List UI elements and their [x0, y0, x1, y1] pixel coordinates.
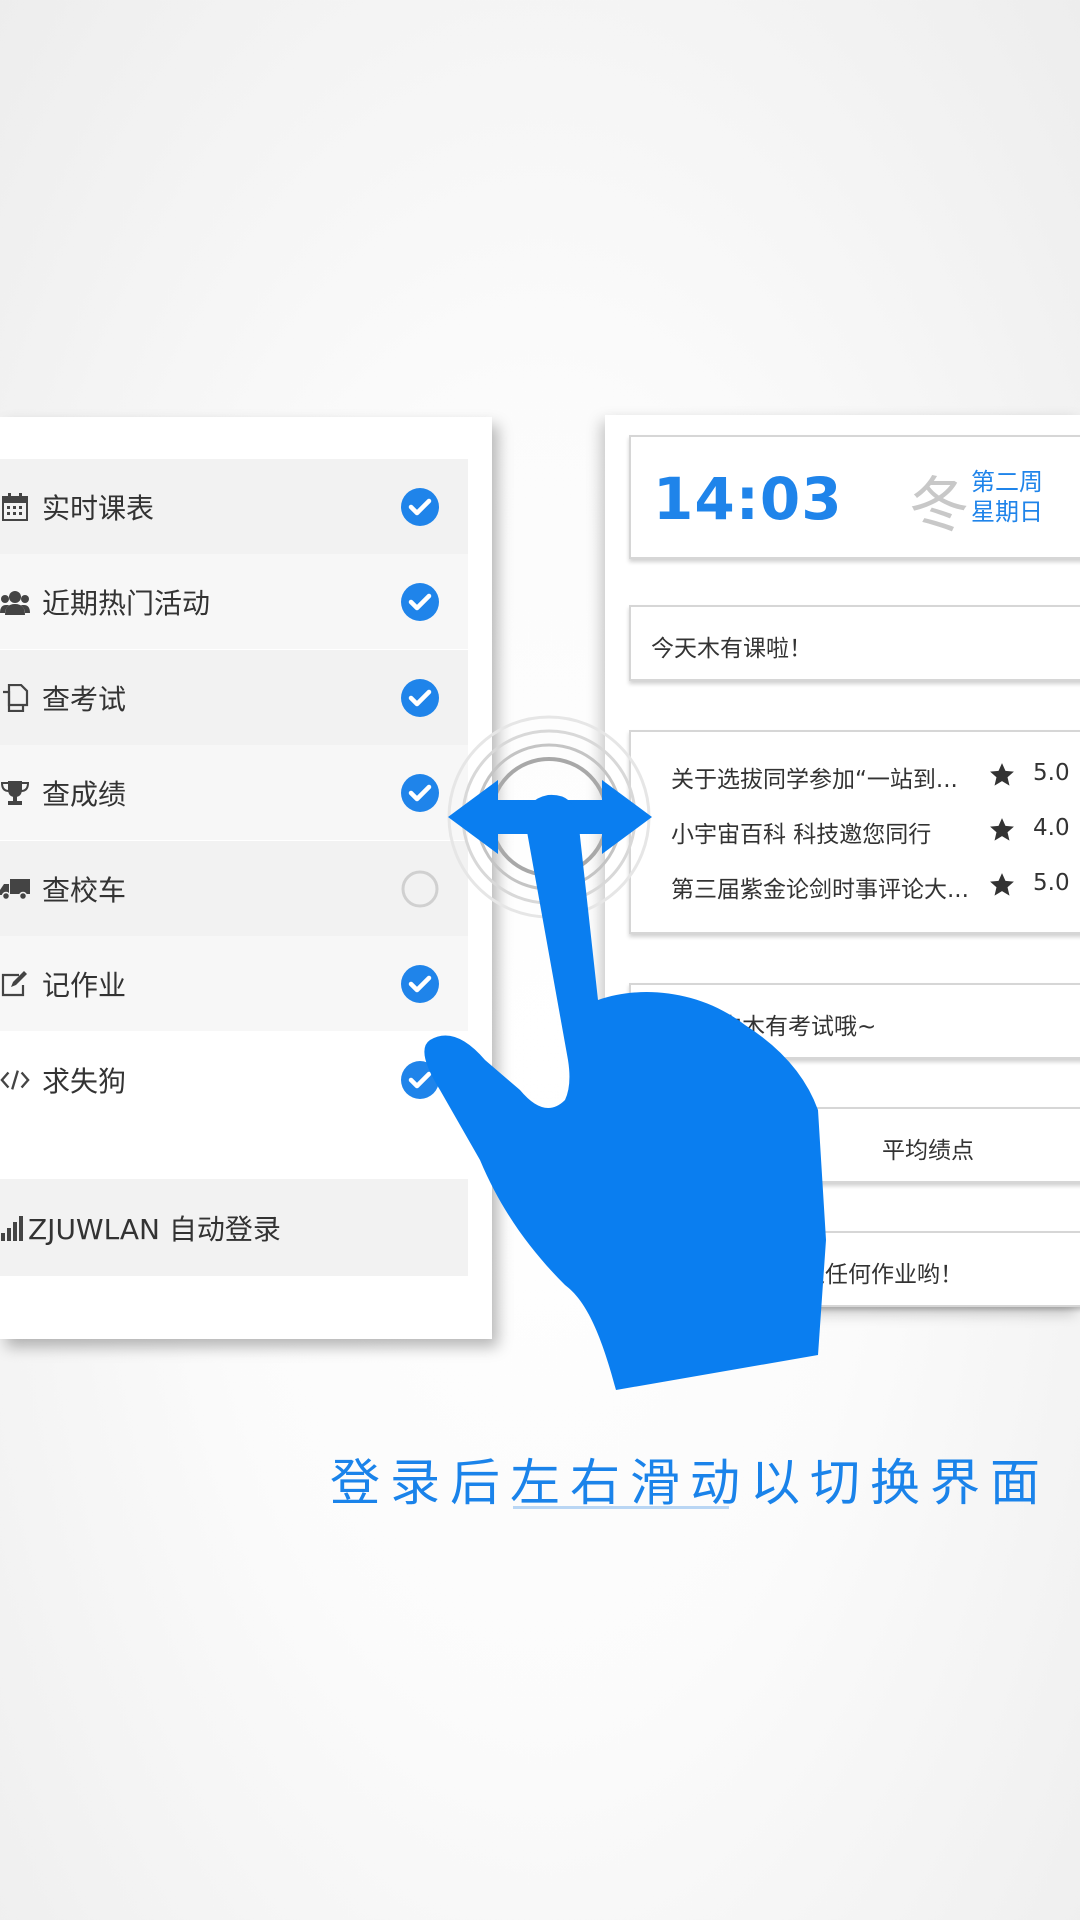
check-circle-icon[interactable]	[400, 964, 440, 1004]
menu-item-activities[interactable]: 近期热门活动	[0, 554, 468, 649]
menu-item-label: 查成绩	[42, 777, 127, 811]
check-circle-icon[interactable]	[400, 678, 440, 718]
menu-item-bus[interactable]: 查校车	[0, 841, 468, 936]
gpa-card[interactable]: 平均绩点	[629, 1107, 1080, 1183]
menu-item-label: 近期热门活动	[42, 586, 211, 620]
wlan-autologin-row[interactable]: ZJUWLAN 自动登录	[0, 1179, 468, 1276]
schedule-card[interactable]: 今天木有课啦！	[629, 605, 1080, 681]
activity-score: 4.0	[1033, 815, 1070, 841]
menu-item-grades[interactable]: 查成绩	[0, 745, 468, 840]
edit-icon	[0, 969, 30, 999]
check-circle-icon[interactable]	[400, 487, 440, 527]
menu-item-exams[interactable]: 查考试	[0, 650, 468, 745]
check-circle-icon[interactable]	[400, 582, 440, 622]
check-circle-icon[interactable]	[400, 773, 440, 813]
star-icon	[990, 818, 1014, 841]
dashboard-panel: 14:03 冬 第二周 星期日 今天木有课啦！ 关于选拔同学参加“一站到... …	[605, 415, 1080, 1307]
week-number: 第二周	[971, 468, 1043, 496]
season-label: 冬	[909, 471, 969, 541]
activity-row[interactable]: 关于选拔同学参加“一站到... 5.0	[671, 760, 1080, 800]
calendar-icon	[0, 492, 30, 522]
menu-item-label: 实时课表	[42, 491, 155, 525]
signal-icon	[0, 1213, 24, 1243]
exam-text: 天以内木有考试哦~	[673, 1014, 877, 1040]
activity-title: 第三届紫金论剑时事评论大...	[671, 877, 969, 903]
star-icon	[990, 873, 1014, 896]
clock-time: 14:03	[653, 465, 843, 533]
exam-card[interactable]: 天以内木有考试哦~	[629, 983, 1080, 1059]
check-circle-icon[interactable]	[400, 1060, 440, 1100]
clock-card: 14:03 冬 第二周 星期日	[629, 435, 1080, 559]
weekday: 星期日	[971, 498, 1043, 526]
truck-icon	[0, 874, 30, 904]
copy-icon	[0, 683, 30, 713]
menu-item-label: 查校车	[42, 873, 127, 907]
swipe-caption: 登录后左右滑动以切换界面	[330, 1454, 1050, 1512]
code-icon	[0, 1065, 30, 1095]
caption-underline	[513, 1506, 729, 1509]
activity-row[interactable]: 第三届紫金论剑时事评论大... 5.0	[671, 870, 1080, 910]
menu-item-lost-found[interactable]: 求失狗	[0, 1032, 468, 1127]
homework-text: 过任何作业哟！	[802, 1262, 963, 1288]
users-icon	[0, 587, 30, 617]
activity-score: 5.0	[1033, 870, 1070, 896]
menu-item-schedule[interactable]: 实时课表	[0, 459, 468, 554]
schedule-text: 今天木有课啦！	[651, 636, 812, 662]
menu-item-homework[interactable]: 记作业	[0, 936, 468, 1031]
activity-title: 小宇宙百科 科技邀您同行	[671, 822, 932, 848]
menu-item-label: 查考试	[42, 682, 127, 716]
unchecked-circle-icon[interactable]	[400, 869, 440, 909]
feature-menu-panel: 实时课表 近期热门活动 查考试 查成绩 查校车 记作业 求失狗 ZJUWLAN …	[0, 417, 492, 1339]
week-info: 第二周 星期日	[971, 467, 1043, 527]
wlan-label: ZJUWLAN 自动登录	[28, 1212, 281, 1246]
menu-item-label: 记作业	[42, 968, 127, 1002]
activity-score: 5.0	[1033, 760, 1070, 786]
activities-card[interactable]: 关于选拔同学参加“一站到... 5.0 小宇宙百科 科技邀您同行 4.0 第三届…	[629, 730, 1080, 934]
star-icon	[990, 763, 1014, 786]
trophy-icon	[0, 778, 30, 808]
homework-card[interactable]: 过任何作业哟！	[629, 1231, 1080, 1307]
activity-title: 关于选拔同学参加“一站到...	[671, 767, 958, 793]
activity-row[interactable]: 小宇宙百科 科技邀您同行 4.0	[671, 815, 1080, 855]
gpa-text: 平均绩点	[882, 1138, 974, 1164]
menu-item-label: 求失狗	[42, 1064, 127, 1098]
